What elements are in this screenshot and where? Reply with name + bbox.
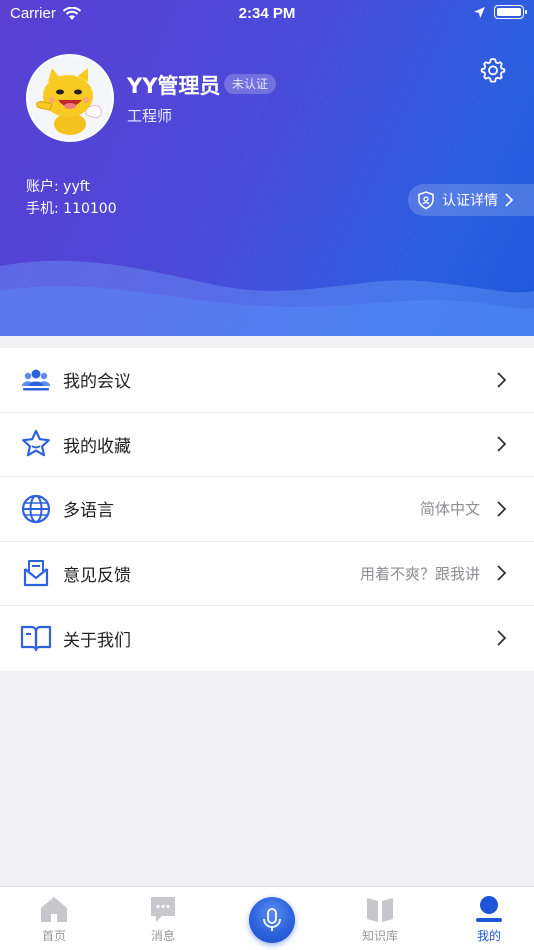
tab-label: 首页 [41,929,66,943]
user-role: 工程师 [127,107,173,125]
profile-header: Carrier 2:34 PM YY管理员 未认证 工程师 账户: yyft 手… [0,0,534,336]
menu-item-my-meetings[interactable]: 我的会议 [0,348,534,413]
menu-item-label: 我的会议 [63,372,131,393]
settings-menu: 我的会议 我的收藏 多语言 简体中文 意见反馈 用着不爽？跟我讲 关于我们 [0,348,534,671]
chevron-right-icon [497,436,507,452]
tab-label: 我的 [476,929,501,943]
chat-icon [151,897,175,922]
header-wave-decoration [0,260,534,336]
settings-gear-icon[interactable] [479,56,507,84]
star-icon [22,430,50,457]
home-icon [41,897,67,922]
chevron-right-icon [497,630,507,646]
verification-status-badge: 未认证 [224,74,277,94]
chevron-right-icon [497,565,507,581]
battery-icon [494,5,527,19]
menu-item-language[interactable]: 多语言 简体中文 [0,477,534,542]
menu-item-label: 关于我们 [63,630,131,651]
avatar[interactable] [26,54,114,142]
menu-item-my-favorites[interactable]: 我的收藏 [0,413,534,477]
tab-label: 消息 [150,929,175,943]
menu-item-about-us[interactable]: 关于我们 [0,606,534,671]
mic-icon [263,908,281,931]
chevron-right-icon [505,193,514,207]
tab-bar: 首页 消息 知识库 我的 [0,886,534,950]
menu-item-label: 意见反馈 [63,565,131,586]
menu-item-value: 简体中文 [419,500,480,519]
tab-label: 知识库 [361,929,398,943]
book-icon [20,626,52,652]
menu-item-label: 我的收藏 [63,436,131,457]
tab-mine[interactable]: 我的 [449,895,529,944]
people-icon [22,369,50,391]
phone-line: 手机: 110100 [26,201,117,217]
mascot-avatar-icon [36,68,102,135]
tab-messages[interactable]: 消息 [123,895,203,944]
verify-details-label: 认证详情 [442,193,498,209]
globe-icon [21,494,51,523]
chevron-right-icon [497,372,507,388]
menu-item-label: 多语言 [63,501,114,522]
menu-item-value: 用着不爽？跟我讲 [359,564,480,583]
status-time: 2:34 PM [238,5,296,22]
chevron-right-icon [497,501,507,517]
status-right [473,5,527,19]
status-bar: Carrier 2:34 PM [0,0,534,28]
mail-icon [23,560,49,587]
person-icon [476,896,502,922]
verify-details-button[interactable]: 认证详情 [408,184,534,216]
tab-knowledge-base[interactable]: 知识库 [340,895,420,944]
shield-icon [418,191,434,210]
account-line: 账户: yyft [26,179,90,195]
voice-input-button[interactable] [249,897,295,943]
location-arrow-icon [474,6,485,18]
menu-item-feedback[interactable]: 意见反馈 用着不爽？跟我讲 [0,542,534,606]
account-info: 账户: yyft 手机: 110100 [26,176,117,220]
tab-home[interactable]: 首页 [14,895,94,944]
username: YY管理员 [127,74,221,98]
book-open-icon [367,898,393,922]
